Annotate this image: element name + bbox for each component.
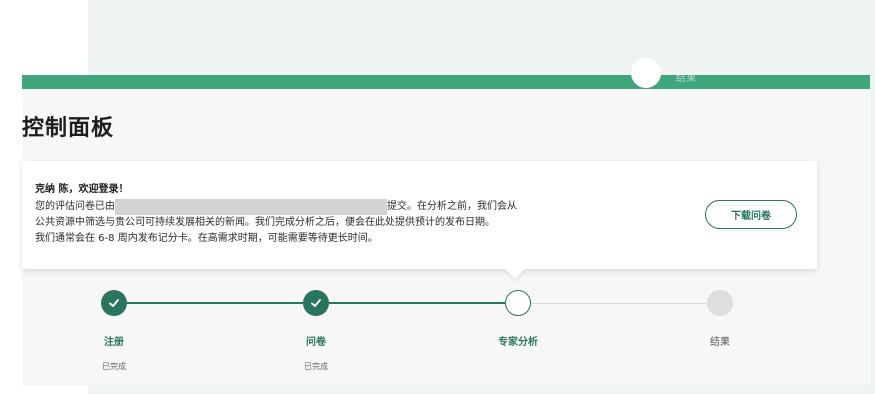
step-status-questionnaire: 已完成 bbox=[304, 362, 328, 371]
step-status-register: 已完成 bbox=[102, 362, 126, 371]
redacted-block bbox=[115, 199, 387, 215]
download-questionnaire-button[interactable]: 下载问卷 bbox=[705, 200, 797, 229]
progress-connector-3 bbox=[531, 303, 708, 304]
progress-connector-2 bbox=[329, 302, 505, 304]
header-step-circle bbox=[631, 58, 661, 88]
step-label-expert-analysis: 专家分析 bbox=[498, 337, 538, 348]
message-prefix: 您的评估问卷已由 bbox=[35, 201, 115, 212]
step-dot-expert-analysis bbox=[505, 290, 531, 316]
step-dot-register bbox=[101, 290, 127, 316]
step-dot-results bbox=[707, 290, 733, 316]
step-label-questionnaire: 问卷 bbox=[306, 337, 326, 348]
step-dot-questionnaire bbox=[303, 290, 329, 316]
step-label-results: 结果 bbox=[710, 337, 730, 348]
step-label-register: 注册 bbox=[104, 337, 124, 348]
header-step-hint: 结果 bbox=[676, 73, 697, 84]
welcome-message-line-3: 我们通常会在 6-8 周内发布记分卡。在高需求时期，可能需要等待更长时间。 bbox=[35, 233, 378, 244]
welcome-message-line-1: 您的评估问卷已由 提交。在分析之前，我们会从 bbox=[35, 199, 517, 215]
page-title: 控制面板 bbox=[22, 116, 115, 141]
progress-connector-1 bbox=[127, 302, 303, 304]
checkmark-icon bbox=[109, 299, 119, 307]
checkmark-icon bbox=[311, 299, 321, 307]
welcome-message-line-2: 公共资源中筛选与贵公司可持续发展相关的新闻。我们完成分析之后，便会在此处提供预计… bbox=[35, 217, 495, 228]
screen: 结果 控制面板 克纳 陈，欢迎登录！ 您的评估问卷已由 提交。在分析之前，我们会从… bbox=[0, 0, 875, 394]
welcome-greeting: 克纳 陈，欢迎登录！ bbox=[35, 184, 129, 195]
header-bar bbox=[22, 75, 870, 89]
message-suffix: 提交。在分析之前，我们会从 bbox=[387, 201, 517, 212]
